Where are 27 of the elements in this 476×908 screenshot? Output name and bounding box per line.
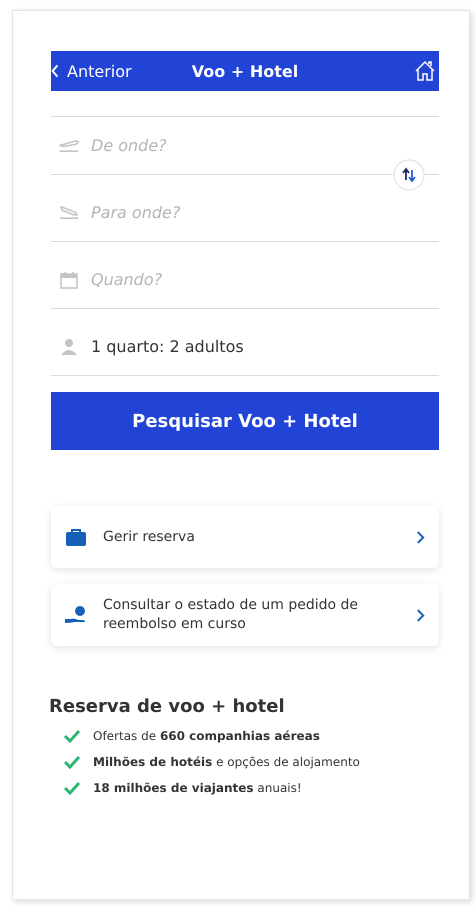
benefit-text: Ofertas de 660 companhias aéreas xyxy=(93,729,320,743)
back-link[interactable]: Anterior xyxy=(51,62,132,80)
person-icon xyxy=(59,336,79,356)
input-field[interactable]: Quando? xyxy=(89,269,439,290)
landing-icon xyxy=(59,206,79,219)
check-icon xyxy=(63,755,81,769)
menu-card[interactable]: Consultar o estado de um pedido de reembolso em curso xyxy=(51,584,439,646)
check-icon xyxy=(63,781,81,795)
calendar-icon xyxy=(59,270,79,290)
back-chevron-icon xyxy=(51,63,59,79)
input-field[interactable]: 1 quarto: 2 adultos xyxy=(89,336,439,357)
input-field[interactable]: Para onde? xyxy=(89,202,439,223)
hand-coin-icon xyxy=(65,605,87,625)
takeoff-icon xyxy=(59,140,79,152)
check-icon xyxy=(63,729,81,743)
chevron-right-icon xyxy=(416,530,425,544)
briefcase-icon xyxy=(65,527,87,547)
swap-button[interactable] xyxy=(393,159,425,191)
input-field[interactable]: De onde? xyxy=(89,135,439,156)
section-heading: Reserva de voo + hotel xyxy=(49,696,286,717)
chevron-right-icon xyxy=(416,608,425,622)
home-icon[interactable] xyxy=(413,59,437,83)
benefit-text: Milhões de hotéis e opções de alojamento xyxy=(93,755,360,769)
menu-card[interactable]: Gerir reserva xyxy=(51,506,439,568)
benefit-text: 18 milhões de viajantes anuais! xyxy=(93,781,302,795)
search-button[interactable]: Pesquisar Voo + Hotel xyxy=(51,392,439,450)
page-title: Voo + Hotel xyxy=(192,62,298,80)
